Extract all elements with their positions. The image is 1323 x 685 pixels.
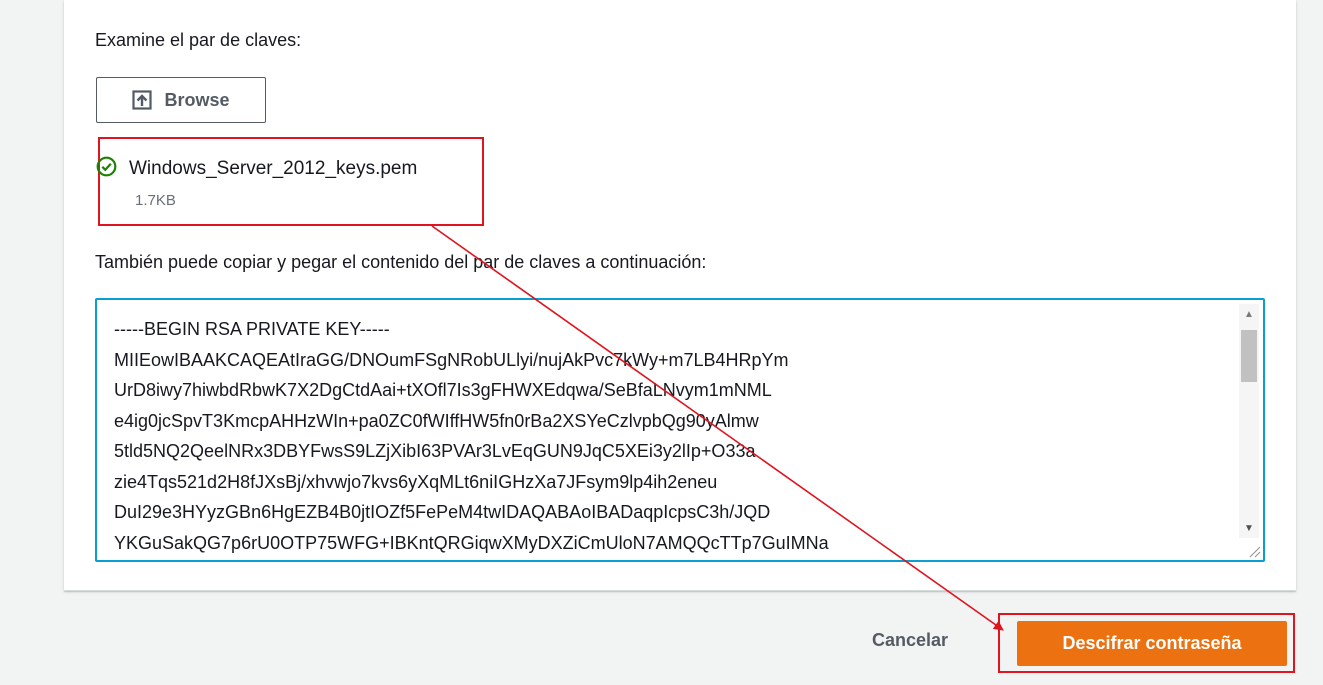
file-name: Windows_Server_2012_keys.pem bbox=[129, 158, 418, 179]
scroll-up-icon[interactable]: ▲ bbox=[1239, 304, 1259, 324]
cancel-button[interactable]: Cancelar bbox=[872, 630, 948, 651]
keypair-text[interactable]: -----BEGIN RSA PRIVATE KEY----- MIIEowIB… bbox=[114, 314, 1233, 558]
scroll-thumb[interactable] bbox=[1241, 330, 1257, 382]
browse-label: Browse bbox=[164, 89, 230, 110]
examine-keypair-label: Examine el par de claves: bbox=[95, 30, 302, 50]
decrypt-password-button[interactable]: Descifrar contraseña bbox=[1017, 621, 1287, 666]
resize-grip-icon[interactable] bbox=[1247, 544, 1261, 558]
scroll-down-icon[interactable]: ▼ bbox=[1239, 518, 1259, 538]
textarea-scrollbar[interactable]: ▲ ▼ bbox=[1239, 304, 1259, 538]
upload-icon bbox=[132, 90, 153, 110]
browse-button[interactable]: Browse bbox=[96, 77, 266, 123]
file-size: 1.7KB bbox=[135, 192, 176, 209]
keypair-textarea[interactable]: -----BEGIN RSA PRIVATE KEY----- MIIEowIB… bbox=[95, 298, 1265, 562]
selected-file: Windows_Server_2012_keys.pem bbox=[96, 156, 417, 182]
paste-keypair-label: También puede copiar y pegar el contenid… bbox=[95, 252, 707, 272]
check-circle-icon bbox=[96, 156, 117, 182]
